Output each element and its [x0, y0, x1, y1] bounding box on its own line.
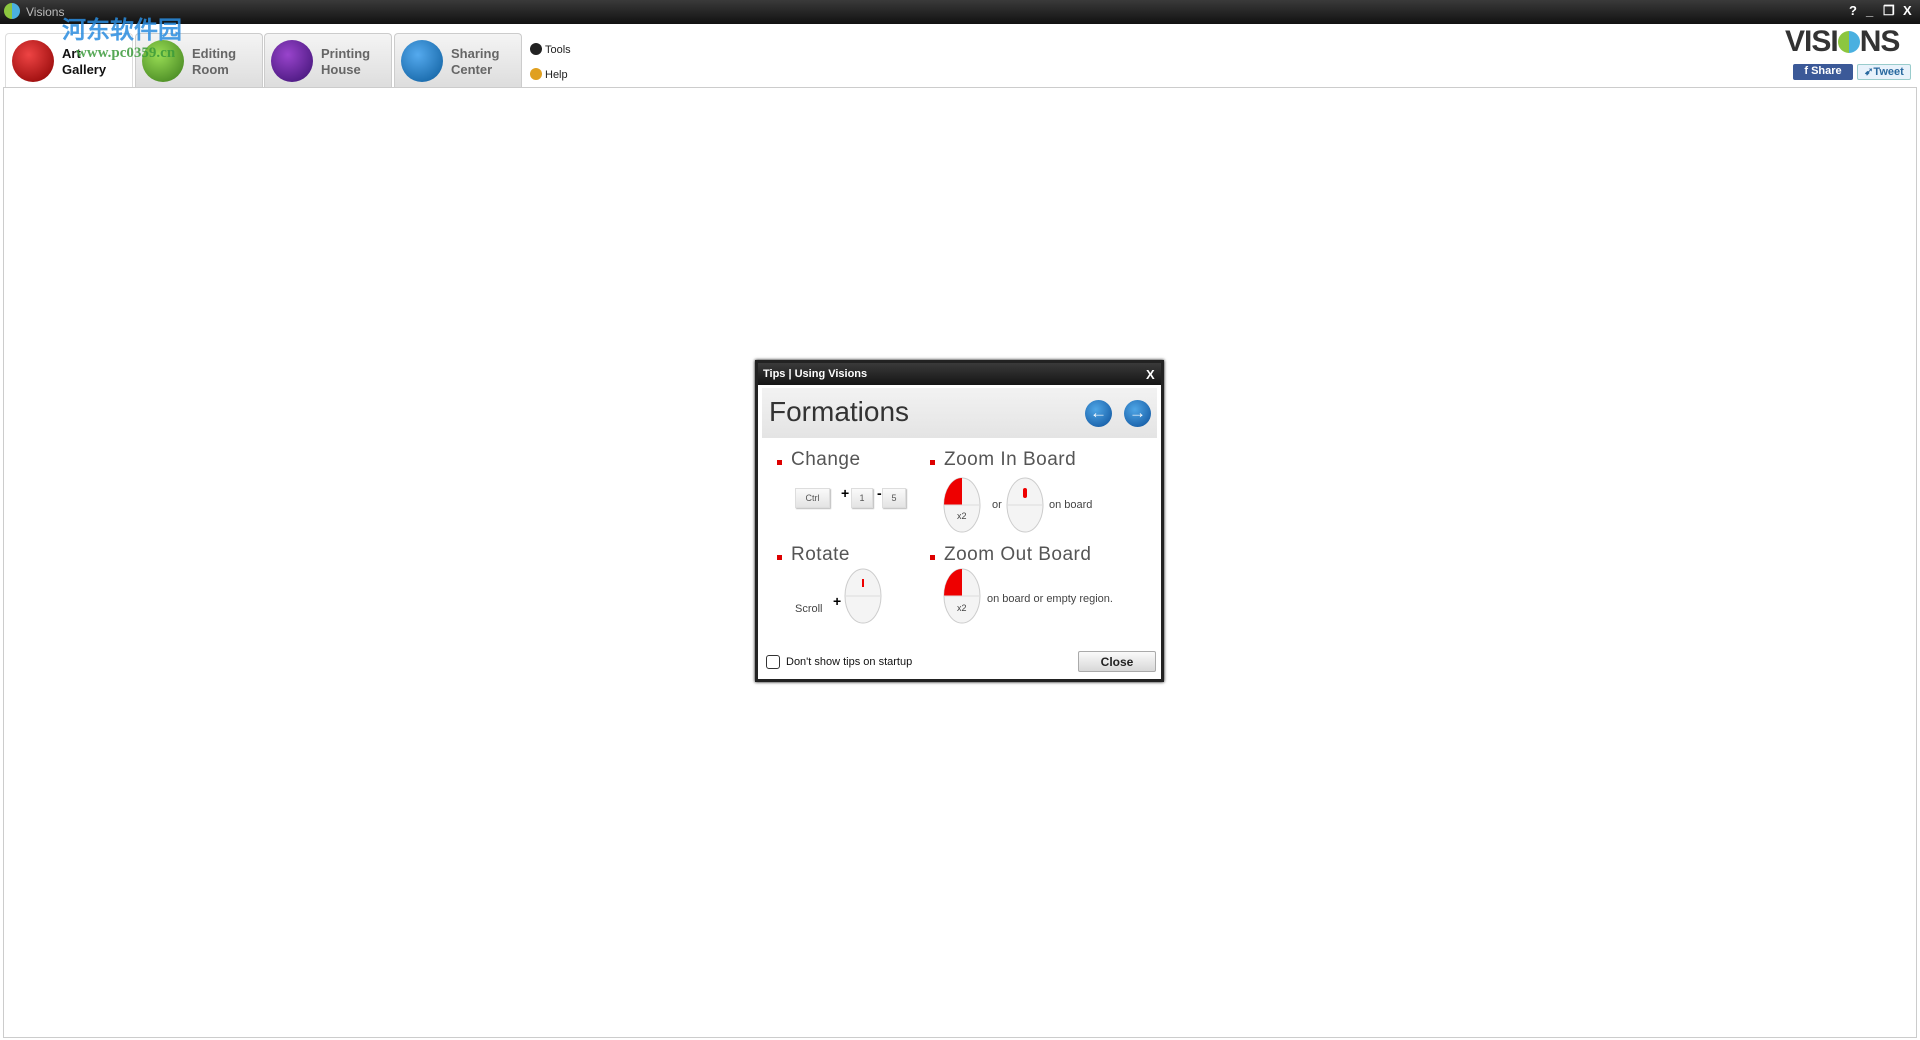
dialog-title-bar: Tips | Using Visions X [758, 363, 1161, 385]
tools-menu[interactable]: Tools [530, 43, 571, 56]
tab-label: Gallery [62, 62, 107, 77]
rotate-label: Rotate [791, 544, 850, 565]
logo-o-icon [1837, 31, 1860, 53]
dash-sign: - [877, 485, 882, 501]
close-button[interactable]: Close [1078, 651, 1156, 672]
tab-label: Room [192, 62, 229, 77]
dont-show-tips-checkbox[interactable] [766, 655, 780, 669]
zoom-out-label: Zoom Out Board [944, 544, 1092, 565]
scroll-text: Scroll [795, 603, 823, 615]
facebook-share-button[interactable]: f Share [1793, 64, 1853, 80]
help-menu[interactable]: Help [530, 68, 568, 81]
bullet [930, 555, 935, 560]
tab-label: Printing [321, 46, 371, 61]
editing-room-icon [142, 40, 184, 82]
plus-sign: + [833, 593, 842, 609]
share-label: Share [1811, 65, 1842, 77]
minimize-button[interactable]: _ [1866, 3, 1873, 18]
help-window-button[interactable]: ? [1849, 3, 1857, 18]
tips-dialog: Tips | Using Visions X Formations ← → Ch… [755, 360, 1164, 682]
sharing-center-icon [401, 40, 443, 82]
logo-text: NS [1859, 25, 1901, 58]
title-bar: Visions ? _ ❐ X [0, 0, 1920, 24]
next-tip-button[interactable]: → [1124, 400, 1151, 427]
dialog-close-icon[interactable]: X [1146, 367, 1155, 382]
ctrl-key: Ctrl [795, 488, 830, 508]
double-click-label: x2 [957, 603, 967, 613]
tweet-button[interactable]: ➹Tweet [1857, 64, 1911, 80]
logo-text: VISI [1785, 25, 1839, 58]
art-gallery-icon [12, 40, 54, 82]
tab-printing-house[interactable]: Printing House [264, 33, 392, 88]
zoom-in-label: Zoom In Board [944, 449, 1077, 470]
list-icon [530, 43, 542, 55]
key-5: 5 [882, 488, 906, 508]
help-icon [530, 68, 542, 80]
tab-label: Editing [192, 46, 237, 61]
tip-heading: Formations [769, 396, 910, 427]
double-click-label: x2 [957, 511, 967, 521]
key-1: 1 [851, 488, 873, 508]
printing-house-icon [271, 40, 313, 82]
window-title: Visions [26, 5, 65, 19]
or-text: or [992, 499, 1002, 511]
close-window-button[interactable]: X [1903, 3, 1912, 18]
mouse-scroll-icon [844, 568, 882, 624]
mouse-scroll-wheel-icon [1006, 477, 1044, 533]
tab-art-gallery[interactable]: Art Gallery [5, 33, 133, 88]
mouse-left-double-click-icon [943, 568, 981, 624]
help-label: Help [545, 69, 568, 81]
zoom-out-suffix: on board or empty region. [987, 593, 1113, 605]
tab-label: Sharing [451, 46, 500, 61]
dont-show-tips-label[interactable]: Don't show tips on startup [786, 656, 912, 668]
bullet [777, 460, 782, 465]
app-icon [4, 3, 20, 19]
bullet [777, 555, 782, 560]
dialog-header: Formations ← → [762, 388, 1157, 438]
maximize-button[interactable]: ❐ [1883, 3, 1895, 19]
tab-label: Art [62, 46, 81, 61]
change-label: Change [791, 449, 861, 470]
previous-tip-button[interactable]: ← [1085, 400, 1112, 427]
dialog-title: Tips | Using Visions [763, 368, 868, 380]
bullet [930, 460, 935, 465]
plus-sign: + [841, 485, 850, 501]
tab-editing-room[interactable]: Editing Room [135, 33, 263, 88]
zoom-in-suffix: on board [1049, 499, 1093, 511]
tab-label: Center [451, 62, 493, 77]
tweet-label: Tweet [1873, 66, 1904, 78]
mouse-left-double-click-icon [943, 477, 981, 533]
visions-logo: VISI NS [1785, 25, 1901, 59]
tools-label: Tools [545, 44, 571, 56]
tab-sharing-center[interactable]: Sharing Center [394, 33, 522, 88]
tab-label: House [321, 62, 361, 77]
